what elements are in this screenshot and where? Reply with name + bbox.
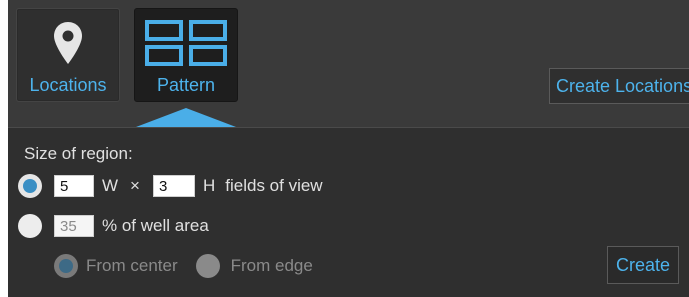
- width-fields-input[interactable]: [54, 175, 94, 197]
- origin-row: From center From edge: [8, 254, 313, 278]
- fields-of-view-row: W × H fields of view: [8, 174, 323, 198]
- pattern-button[interactable]: Pattern: [134, 8, 238, 102]
- well-area-percent-input[interactable]: [54, 215, 94, 237]
- create-button[interactable]: Create: [607, 246, 679, 284]
- grid-pattern-icon: [145, 19, 227, 67]
- locations-label: Locations: [29, 75, 107, 95]
- well-area-row: % of well area: [8, 214, 209, 238]
- locations-button[interactable]: Locations: [16, 8, 120, 102]
- from-center-radio[interactable]: [54, 254, 78, 278]
- from-center-label: From center: [86, 256, 178, 275]
- h-label: H: [202, 176, 216, 195]
- fields-of-view-radio[interactable]: [18, 174, 42, 198]
- create-locations-button[interactable]: Create Locations: [549, 68, 689, 104]
- from-edge-label: From edge: [230, 256, 313, 275]
- times-symbol: ×: [130, 176, 140, 195]
- well-area-radio[interactable]: [18, 214, 42, 238]
- toolbar: Locations Pattern Create Locations: [8, 0, 689, 127]
- map-pin-icon: [53, 19, 83, 67]
- pattern-panel: Size of region: W × H fields of view % o…: [8, 127, 689, 297]
- pattern-label: Pattern: [156, 75, 216, 95]
- active-tab-indicator: [136, 108, 236, 127]
- size-of-region-label: Size of region:: [24, 144, 133, 163]
- w-label: W: [102, 176, 119, 195]
- from-edge-radio[interactable]: [195, 254, 220, 278]
- app-window: Locations Pattern Create Locations Size …: [8, 0, 689, 297]
- height-fields-input[interactable]: [152, 175, 195, 197]
- well-area-label: % of well area: [102, 216, 209, 235]
- fields-of-view-label: fields of view: [225, 176, 323, 195]
